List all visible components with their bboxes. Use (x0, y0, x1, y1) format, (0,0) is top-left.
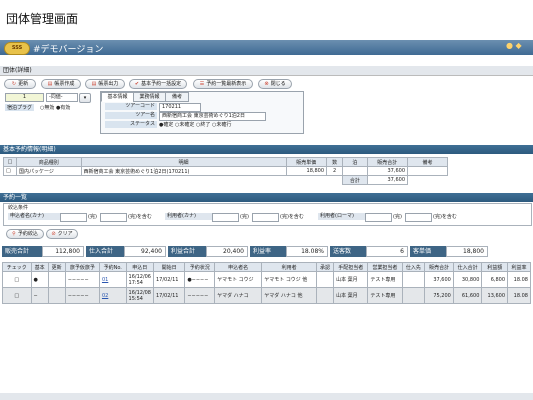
refresh-list-button[interactable]: ☰ 予約一覧最新表示 (193, 79, 253, 89)
summary-value: 92,400 (124, 246, 166, 257)
status-bar (0, 393, 533, 400)
radio-group[interactable]: ○無効 ●有効 (40, 104, 70, 111)
table-row[interactable]: □ ● −−−−− 01 16/12/06 17:54 17/02/11 ●−−… (2, 271, 531, 288)
close-button[interactable]: ⊗ 閉じる (258, 79, 292, 89)
check-icon: ✔ (134, 81, 140, 87)
export-form-button[interactable]: ▤ 帳票出力 (85, 79, 125, 89)
page-title: 団体管理画面 (6, 12, 79, 26)
col-header: 泊 (342, 157, 368, 167)
summary-label: 販売合計 (2, 246, 42, 257)
filter-label: 利用者(カナ) (165, 213, 212, 220)
window-icons[interactable]: ● ◆ (506, 41, 522, 50)
summary-value: 18,800 (446, 246, 488, 257)
tour-name-label: ツアー名 (105, 112, 157, 119)
table-row[interactable]: □ 国内パッケージ 西新宿商工会 東京芸術めぐり1泊2日(170211) 18,… (3, 166, 448, 176)
settings-icon[interactable]: ◆ (516, 41, 522, 50)
help-icon[interactable]: ● (506, 41, 513, 50)
print-icon: ▤ (91, 81, 97, 87)
reservation-table: チェック 基本 更新 旅予仮旅予 予約No. 申込日 開始日 予約状況 申込者名… (2, 262, 531, 304)
kana-user-input-2[interactable] (252, 213, 279, 222)
summary-value: 18.08% (286, 246, 328, 257)
app-logo: SSS (4, 42, 30, 55)
tour-code-field[interactable]: 170211 (159, 103, 201, 112)
kana-applicant-input[interactable] (60, 213, 87, 222)
col-header: 数 (326, 157, 344, 167)
col-header: 備考 (407, 157, 448, 167)
update-button[interactable]: ↻ 更新 (4, 79, 36, 89)
clear-button[interactable]: ⊘ クリア (46, 229, 78, 239)
return-label: 宿泊プラグ (5, 104, 35, 111)
status-label: ステータス (105, 121, 157, 128)
summary-value: 6 (366, 246, 408, 257)
document-icon: ▤ (47, 81, 53, 87)
bulk-setting-button[interactable]: ✔ 基本予約一括設定 (129, 79, 187, 89)
close-icon: ⊗ (264, 81, 269, 87)
tour-code-label: ツアーコード (105, 103, 157, 110)
col-header: 販売合計 (366, 157, 408, 167)
refresh-icon: ↻ (11, 81, 17, 87)
filter-label: 利用者(ローマ) (318, 213, 365, 220)
col-header: 販売単価 (285, 157, 328, 167)
clear-icon: ⊘ (51, 231, 56, 237)
tab-notes[interactable]: 備考 (165, 92, 189, 102)
select-all-checkbox[interactable]: □ (3, 157, 17, 167)
basic-table: □ 商品種別 明細 販売単価 数 泊 販売合計 備考 □ 国内パッケージ 西新宿… (3, 157, 448, 185)
filter-button[interactable]: ⚲ 予約絞込 (6, 229, 44, 239)
basic-section-header: 基本予約情報(明細) (0, 145, 533, 154)
summary-label: 利益率 (250, 246, 286, 257)
summary-value: 112,800 (42, 246, 84, 257)
filter-title: 絞込条件 (8, 205, 29, 211)
summary-label: 利益合計 (168, 246, 206, 257)
row-checkbox[interactable]: □ (2, 287, 32, 304)
tab-basic[interactable]: 基本情報 (101, 92, 134, 102)
filter-label: 申込者名(カナ) (8, 213, 60, 220)
summary-value: 20,400 (206, 246, 248, 257)
reservation-link[interactable]: 02 (98, 287, 127, 304)
roman-user-input[interactable] (365, 213, 392, 222)
col-header: 商品種別 (16, 157, 82, 167)
kana-applicant-input-2[interactable] (100, 213, 127, 222)
total-label: 合計 (342, 175, 368, 185)
row-checkbox[interactable]: □ (3, 166, 17, 176)
roman-user-input-2[interactable] (405, 213, 432, 222)
tour-name-field[interactable]: 西新宿商工会 東京芸術めぐり1泊2日 (159, 112, 266, 121)
subheader-label: 団体(詳細) (3, 67, 32, 74)
list-section-header: 予約一覧 (0, 193, 533, 202)
total-value: 37,600 (366, 175, 408, 185)
table-row[interactable]: □ − −−−−− 02 16/12/08 15:54 17/02/11 −−−… (2, 287, 531, 304)
select-field[interactable]: -同値- (46, 93, 78, 102)
status-radios[interactable]: ●確定 ○未確定 ○終了 ○未確行 (159, 121, 231, 128)
col-header: 明細 (80, 157, 287, 167)
list-icon: ☰ (199, 81, 205, 87)
kana-user-input[interactable] (212, 213, 239, 222)
summary-label: 仕入合計 (86, 246, 124, 257)
summary-label: 送客数 (330, 246, 366, 257)
tab-business[interactable]: 業務情報 (133, 92, 166, 102)
reservation-link[interactable]: 01 (98, 271, 127, 288)
number-field[interactable]: 1 (5, 93, 44, 102)
chevron-down-icon[interactable]: ▾ (79, 93, 91, 103)
row-checkbox[interactable]: □ (2, 271, 32, 288)
summary-label: 客単価 (410, 246, 446, 257)
app-title: #デモバージョン (33, 45, 104, 55)
search-icon: ⚲ (12, 231, 16, 237)
subheader-bar: 団体(詳細) (0, 66, 533, 76)
create-form-button[interactable]: ▤ 帳票作成 (41, 79, 81, 89)
